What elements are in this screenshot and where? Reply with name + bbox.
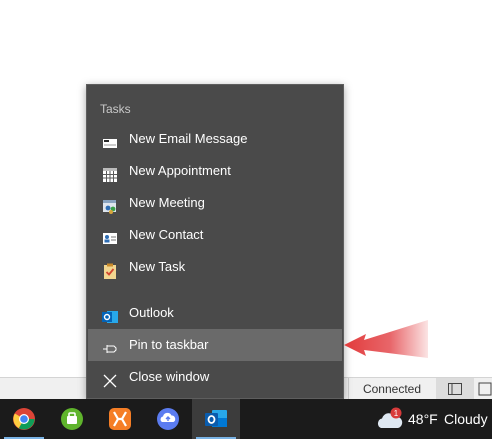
weather-widget[interactable]: 1 48°F Cloudy (374, 399, 492, 439)
normal-view-button[interactable] (436, 378, 474, 400)
new-appointment-item[interactable]: New Appointment (88, 155, 342, 187)
red-arrow-annotation (344, 320, 428, 358)
cloud-icon: 1 (377, 407, 403, 428)
reading-view-icon (478, 382, 492, 396)
weather-temperature: 48°F (408, 411, 438, 427)
new-contact-item[interactable]: New Contact (88, 219, 342, 251)
xampp-taskbar-button[interactable] (96, 399, 144, 439)
new-email-message-item[interactable]: New Email Message (88, 123, 342, 155)
evernote-icon (61, 408, 83, 430)
normal-view-icon (448, 383, 462, 395)
pin-to-taskbar-item[interactable]: Pin to taskbar (88, 329, 342, 361)
connection-status: Connected (348, 378, 435, 400)
weather-badge: 1 (394, 409, 399, 418)
new-meeting-item[interactable]: New Meeting (88, 187, 342, 219)
evernote-taskbar-button[interactable] (48, 399, 96, 439)
outlook-icon (102, 305, 118, 323)
taskbar: 1 48°F Cloudy (0, 399, 492, 439)
chrome-icon (13, 408, 35, 430)
task-label: New Email Message (129, 131, 248, 146)
weather-condition: Cloudy (444, 411, 488, 427)
pin-icon (102, 337, 118, 353)
outlook-icon (205, 410, 227, 427)
close-window-item[interactable]: Close window (88, 361, 342, 393)
new-task-item[interactable]: New Task (88, 251, 342, 283)
task-label: New Task (129, 259, 186, 274)
cloud-upload-icon (157, 408, 179, 430)
chrome-taskbar-button[interactable] (0, 399, 48, 439)
cloud-upload-taskbar-button[interactable] (144, 399, 192, 439)
pin-label: Pin to taskbar (129, 337, 209, 352)
app-label: Outlook (129, 305, 174, 320)
contact-card-icon (102, 227, 118, 244)
xampp-icon (109, 408, 131, 430)
jump-list-header: Tasks (100, 102, 131, 116)
reading-view-button[interactable] (478, 382, 492, 396)
outlook-jump-list: Tasks New Email Message New Appointment (86, 84, 344, 399)
calendar-icon (102, 163, 118, 182)
task-label: New Contact (129, 227, 204, 242)
task-clipboard-icon (102, 259, 118, 279)
meeting-icon (102, 195, 118, 214)
task-label: New Meeting (129, 195, 205, 210)
close-label: Close window (129, 369, 210, 384)
outlook-taskbar-button[interactable] (192, 399, 240, 439)
email-icon (102, 131, 118, 148)
task-label: New Appointment (129, 163, 231, 178)
close-icon (102, 369, 118, 388)
outlook-app-item[interactable]: Outlook (88, 297, 342, 329)
